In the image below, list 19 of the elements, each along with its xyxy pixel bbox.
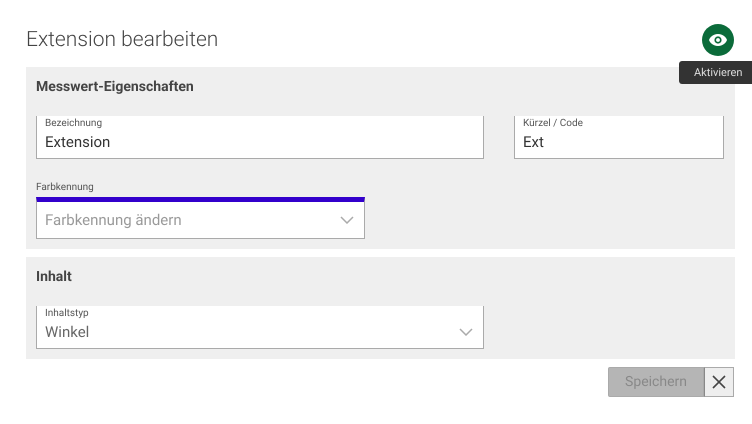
eye-icon[interactable] — [702, 24, 734, 56]
field-label: Farbkennung — [36, 182, 95, 193]
chevron-down-icon — [459, 328, 473, 336]
text-field[interactable]: Bezeichnung Extension — [36, 116, 484, 159]
dropdown-field[interactable]: Inhaltstyp Winkel — [36, 306, 484, 349]
field-label: Kürzel / Code — [523, 118, 584, 129]
chevron-down-icon — [340, 216, 354, 224]
field-value: Ext — [523, 133, 545, 151]
tooltip: Aktivieren — [679, 61, 752, 84]
field-value: Extension — [45, 133, 112, 151]
field-label: Inhaltstyp — [45, 308, 90, 319]
dropdown-placeholder: Farbkennung ändern — [45, 211, 182, 229]
field-label: Bezeichnung — [45, 118, 104, 129]
close-icon[interactable] — [704, 367, 734, 397]
section-title: Messwert-Eigenschaften — [36, 79, 195, 95]
text-field[interactable]: Kürzel / Code Ext — [514, 116, 724, 159]
field-value: Winkel — [45, 323, 90, 341]
section-title: Inhalt — [36, 269, 73, 285]
page-title: Extension bearbeiten — [26, 28, 218, 52]
